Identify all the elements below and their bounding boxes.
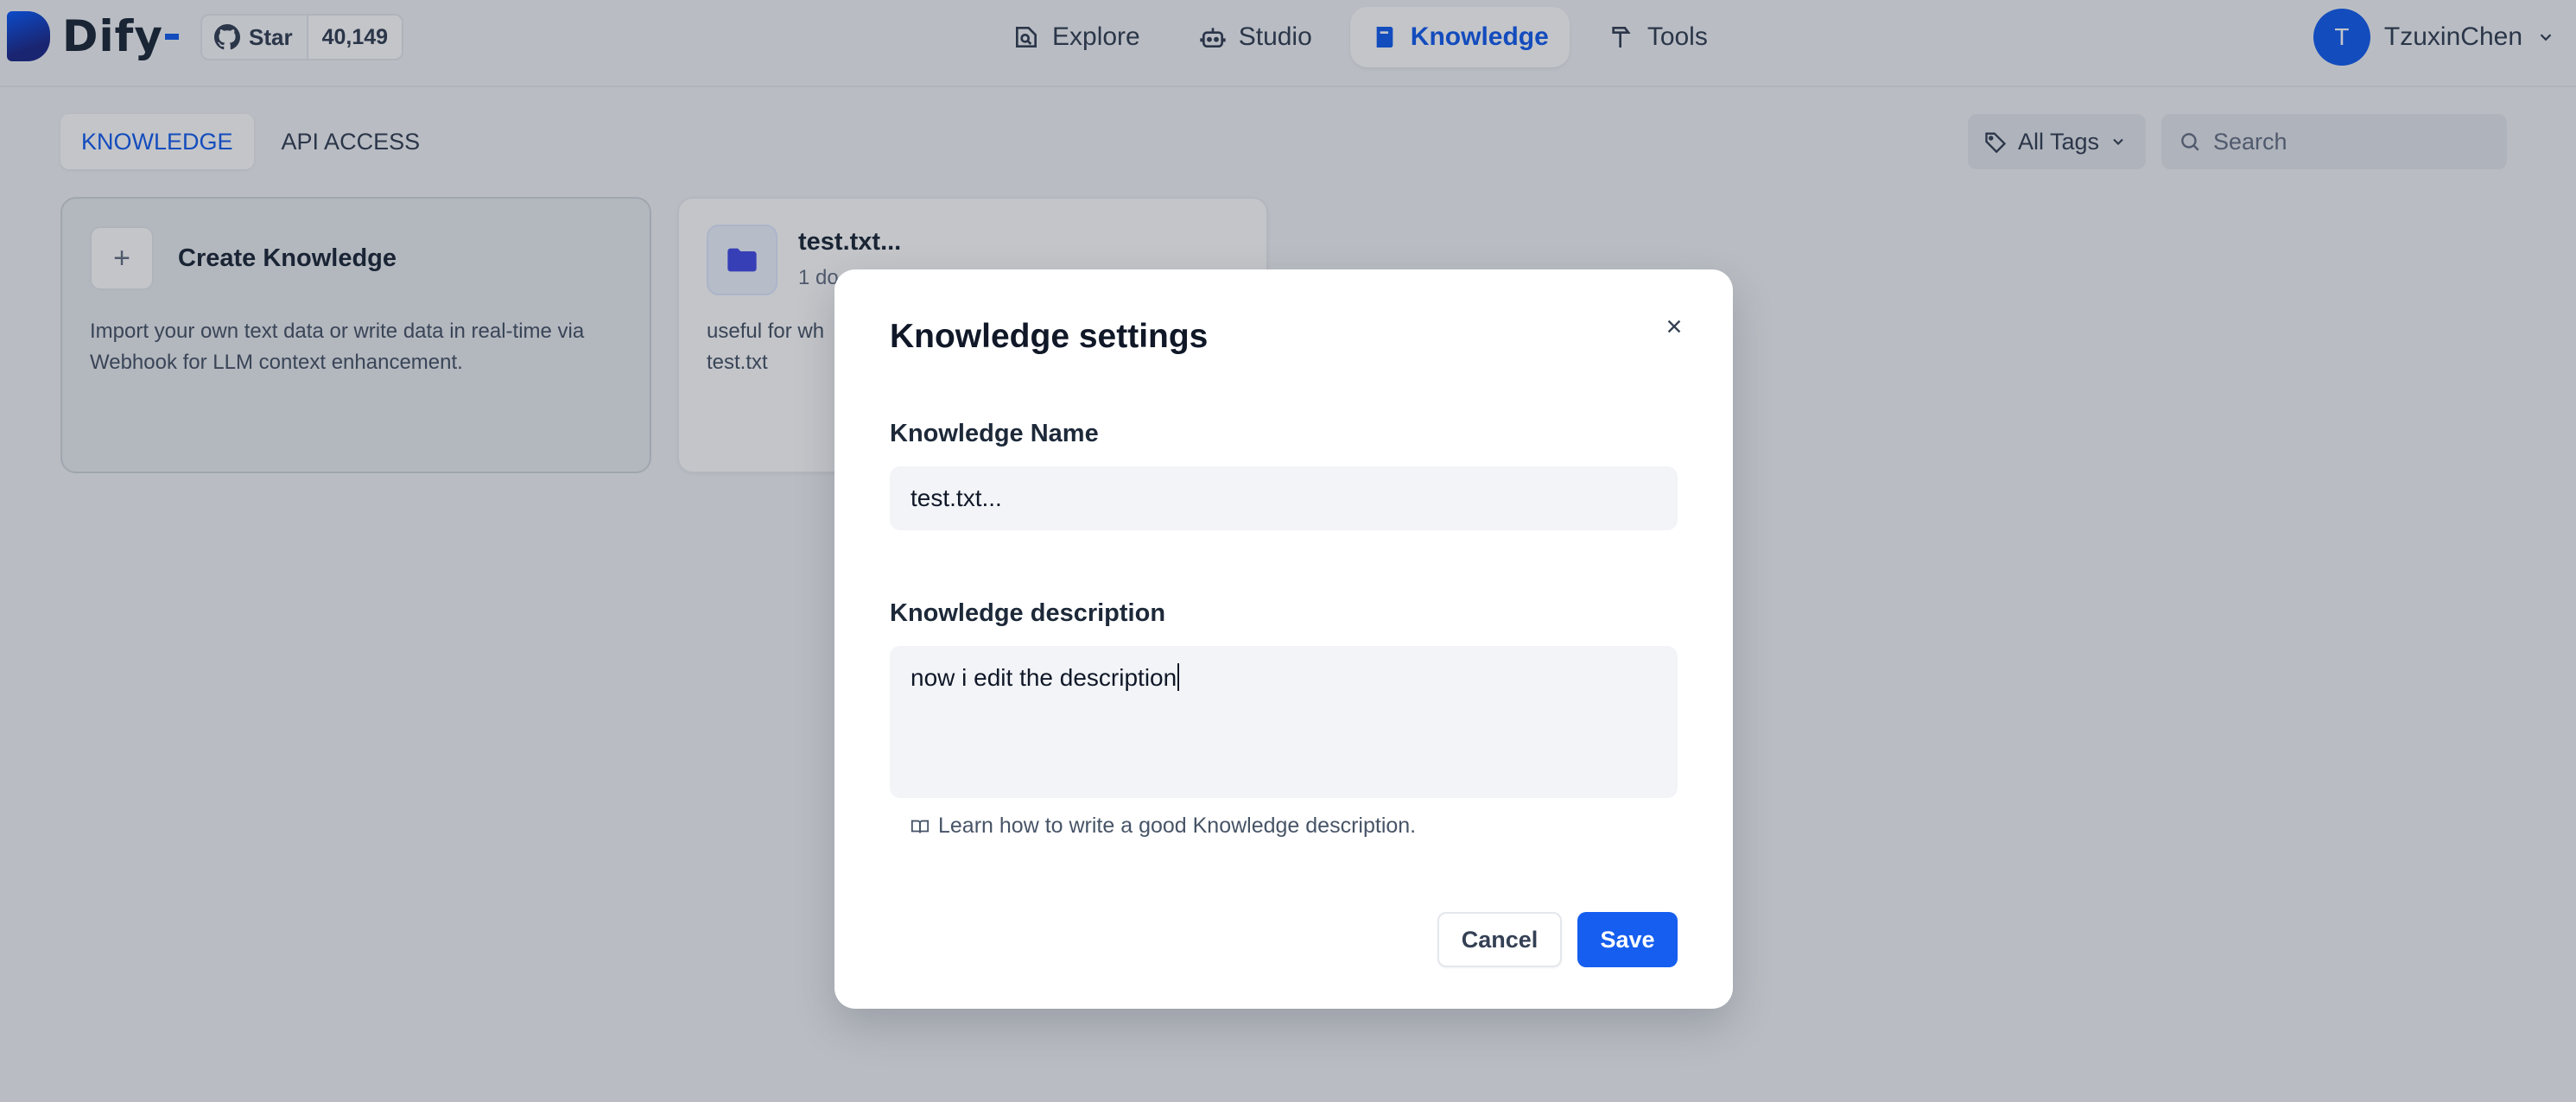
- learn-description-link-text: Learn how to write a good Knowledge desc…: [938, 814, 1417, 838]
- close-icon: [1667, 320, 1681, 333]
- book-open-icon: [910, 820, 930, 833]
- close-button[interactable]: [1657, 309, 1691, 344]
- save-button[interactable]: Save: [1577, 912, 1678, 967]
- knowledge-description-textarea[interactable]: now i edit the description: [890, 646, 1678, 798]
- cancel-button[interactable]: Cancel: [1437, 912, 1562, 967]
- knowledge-description-text: now i edit the description: [910, 664, 1177, 691]
- knowledge-name-input[interactable]: test.txt...: [890, 466, 1678, 530]
- modal-title: Knowledge settings: [890, 318, 1209, 355]
- knowledge-description-label: Knowledge description: [890, 599, 1166, 627]
- knowledge-name-label: Knowledge Name: [890, 420, 1099, 447]
- text-caret: [1177, 663, 1180, 691]
- knowledge-settings-modal: Knowledge settings Knowledge Name test.t…: [834, 269, 1733, 1009]
- learn-description-link[interactable]: Learn how to write a good Knowledge desc…: [910, 814, 1416, 839]
